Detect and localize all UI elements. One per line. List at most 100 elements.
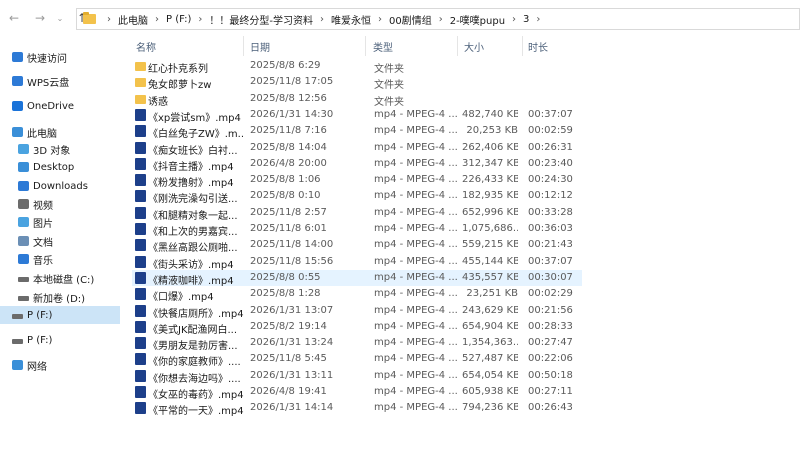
column-divider[interactable]	[243, 36, 244, 56]
file-date: 2025/8/2 19:14	[250, 320, 327, 332]
sidebar-item[interactable]: 本地磁盘 (C:)	[0, 269, 120, 287]
breadcrumb-separator[interactable]: ›	[536, 14, 540, 25]
sidebar-item[interactable]: 此电脑	[0, 123, 120, 141]
breadcrumb-separator[interactable]: ›	[198, 14, 202, 25]
file-row[interactable]: 《男朋友是勃厉害... 2026/1/31 13:24 mp4 - MPEG-4 .…	[132, 335, 582, 352]
file-name: 《和腿精对象一起...	[148, 210, 238, 222]
sidebar-item[interactable]: 网络	[0, 356, 120, 374]
breadcrumb-separator[interactable]: ›	[378, 14, 382, 25]
file-name: 《和上次的男嘉宾...	[148, 227, 238, 238]
computer-icon	[12, 127, 23, 137]
file-row[interactable]: 《xp尝试sm》.mp4 2026/1/31 14:30 mp4 - MPEG-4 …	[132, 107, 582, 124]
column-divider[interactable]	[522, 36, 523, 56]
video-file-icon	[135, 255, 146, 268]
file-row[interactable]: 《女巫的毒药》.mp4 2026/4/8 19:41 mp4 - MPEG-4 ..…	[132, 384, 582, 401]
column-divider[interactable]	[365, 36, 366, 56]
file-row[interactable]: 《痴女班长》白衬... 2025/8/8 14:04 mp4 - MPEG-4 ..…	[132, 140, 582, 157]
video-file-icon	[135, 239, 146, 252]
sidebar-item[interactable]: Downloads	[0, 177, 120, 195]
breadcrumb-item[interactable]: 此电脑	[118, 12, 148, 27]
sidebar-item[interactable]: P (F:)	[0, 306, 120, 324]
breadcrumb-separator[interactable]: ›	[320, 14, 324, 25]
file-date: 2026/4/8 19:41	[250, 386, 327, 397]
file-size: 794,236 KB	[462, 402, 518, 414]
file-row[interactable]: 兔女郎萝卜zw 2025/11/8 17:05 文件夹	[132, 74, 582, 91]
back-arrow-icon[interactable]: ←	[6, 8, 22, 28]
sidebar-item[interactable]: 新加卷 (D:)	[0, 288, 120, 306]
file-date: 2026/1/31 13:07	[250, 304, 334, 316]
file-type: mp4 - MPEG-4 ...	[374, 206, 458, 218]
file-size: 559,215 KB	[462, 239, 518, 251]
file-row[interactable]: 《你的家庭教师》.... 2025/11/8 5:45 mp4 - MPEG-4 .…	[132, 351, 582, 368]
breadcrumb-separator[interactable]: ›	[512, 14, 516, 25]
sidebar-item[interactable]: 音乐	[0, 250, 120, 268]
breadcrumb-separator[interactable]: ›	[107, 14, 111, 25]
column-size[interactable]: 大小	[464, 39, 484, 54]
file-name: 《精液咖啡》.mp4	[148, 275, 234, 287]
file-size: 1,075,686...	[462, 223, 518, 234]
file-row[interactable]: 《白丝兔子ZW》.m... 2025/11/8 7:16 mp4 - MPEG-4 …	[132, 123, 582, 140]
file-duration: 00:33:28	[528, 206, 573, 218]
column-date[interactable]: 日期	[250, 39, 270, 54]
sidebar-item[interactable]: WPS云盘	[0, 72, 120, 90]
video-file-icon	[135, 141, 146, 154]
file-row[interactable]: 《街头采访》.mp4 2025/11/8 15:56 mp4 - MPEG-4 ..…	[132, 254, 582, 271]
column-duration[interactable]: 时长	[528, 39, 548, 54]
sidebar-item-label: OneDrive	[27, 100, 75, 112]
file-row[interactable]: 《平常的一天》.mp4 2026/1/31 14:14 mp4 - MPEG-4 .…	[132, 400, 582, 417]
file-row[interactable]: 《你想去海边吗》.... 2026/1/31 13:11 mp4 - MPEG-4 …	[132, 368, 582, 385]
file-row[interactable]: 《和上次的男嘉宾... 2025/11/8 6:01 mp4 - MPEG-4 ..…	[132, 221, 582, 238]
file-date: 2025/8/8 14:04	[250, 141, 327, 153]
forward-arrow-icon[interactable]: →	[32, 8, 48, 28]
file-type: mp4 - MPEG-4 ...	[374, 386, 458, 397]
address-bar[interactable]: › 此电脑 › P (F:) › ！！最终分型-学习资料 › 唯爱永恒 › 00剧情组 › 2-噗噗p…	[76, 8, 800, 30]
column-divider[interactable]	[457, 36, 458, 56]
file-date: 2026/1/31 13:11	[250, 369, 334, 381]
file-row[interactable]: 红心扑克系列 2025/8/8 6:29 文件夹	[132, 58, 582, 75]
sidebar-item[interactable]: 快速访问	[0, 48, 120, 66]
breadcrumb-item[interactable]: ！！最终分型-学习资料	[209, 12, 313, 27]
file-date: 2025/11/8 5:45	[250, 353, 327, 365]
onedrive-icon	[12, 101, 23, 111]
recent-dropdown-icon[interactable]: ⌄	[52, 8, 68, 28]
column-name[interactable]: 名称	[136, 39, 156, 54]
sidebar-item[interactable]: P (F:)	[0, 331, 120, 349]
file-row[interactable]: 《和腿精对象一起... 2025/11/8 2:57 mp4 - MPEG-4 ..…	[132, 205, 582, 222]
sidebar-item[interactable]: 视频	[0, 195, 120, 213]
file-date: 2025/8/8 0:55	[250, 271, 321, 283]
sidebar-item[interactable]: 3D 对象	[0, 140, 120, 158]
file-row[interactable]: 《黑丝高跟公厕啪... 2025/11/8 14:00 mp4 - MPEG-4 .…	[132, 237, 582, 255]
file-duration: 00:21:43	[528, 239, 573, 251]
breadcrumb-item[interactable]: P (F:)	[166, 14, 191, 25]
sidebar-item[interactable]: 图片	[0, 213, 120, 231]
network-icon	[12, 360, 23, 370]
file-type: mp4 - MPEG-4 ...	[374, 157, 458, 169]
file-row[interactable]: 《精液咖啡》.mp4 2025/8/8 0:55 mp4 - MPEG-4 ... 4…	[132, 269, 582, 287]
file-row[interactable]: 《口爆》.mp4 2025/8/8 1:28 mp4 - MPEG-4 ... 23,…	[132, 286, 582, 303]
sidebar-item[interactable]: Desktop	[0, 158, 120, 176]
breadcrumb-item[interactable]: 00剧情组	[389, 12, 432, 27]
breadcrumb-separator[interactable]: ›	[155, 14, 159, 25]
file-duration: 00:27:47	[528, 337, 573, 349]
breadcrumb-item[interactable]: 3	[523, 14, 529, 25]
breadcrumb-separator[interactable]: ›	[439, 14, 443, 25]
breadcrumb-item[interactable]: 2-噗噗pupu	[450, 12, 505, 27]
sidebar-item[interactable]: 文档	[0, 232, 120, 250]
file-row[interactable]: 诱惑 2025/8/8 12:56 文件夹	[132, 91, 582, 108]
video-file-icon	[135, 190, 146, 203]
file-row[interactable]: 《刚洗完澡勾引送... 2025/8/8 0:10 mp4 - MPEG-4 ...…	[132, 188, 582, 205]
sidebar-item[interactable]: OneDrive	[0, 97, 120, 115]
file-row[interactable]: 《快餐店厕所》.mp4 2026/1/31 13:07 mp4 - MPEG-4 .…	[132, 303, 582, 320]
3d-objects-icon	[18, 144, 29, 154]
breadcrumb-item[interactable]: 唯爱永恒	[331, 12, 371, 27]
video-file-icon	[135, 223, 146, 235]
file-row[interactable]: 《粉发撸射》.mp4 2025/8/8 1:06 mp4 - MPEG-4 ... 2…	[132, 172, 582, 189]
file-row[interactable]: 《抖音主播》.mp4 2026/4/8 20:00 mp4 - MPEG-4 ...…	[132, 156, 582, 173]
column-type[interactable]: 类型	[373, 39, 393, 54]
file-type: mp4 - MPEG-4 ...	[374, 125, 458, 137]
file-date: 2025/8/8 6:29	[250, 60, 321, 71]
file-size: 455,144 KB	[462, 255, 518, 267]
video-file-icon	[135, 271, 146, 284]
file-name: 《黑丝高跟公厕啪...	[148, 243, 238, 255]
file-row[interactable]: 《美式JK配渔网白... 2025/8/2 19:14 mp4 - MPEG-4 .…	[132, 319, 582, 336]
